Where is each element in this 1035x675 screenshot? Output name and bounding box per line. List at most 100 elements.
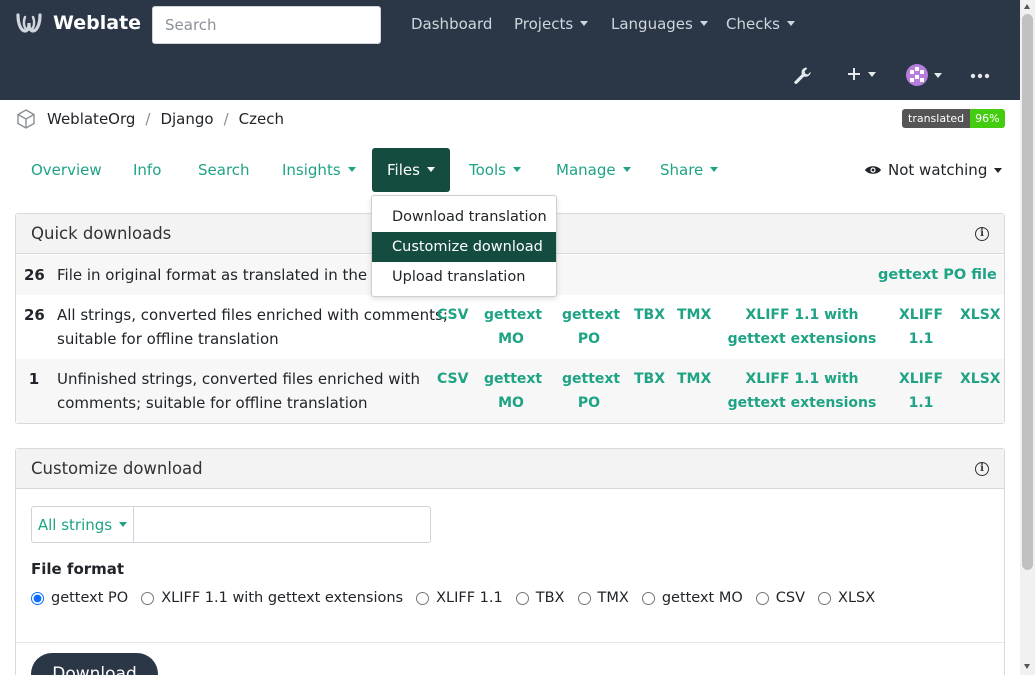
top-navbar: Weblate Dashboard Projects Languages Che…: [0, 0, 1020, 100]
quick-downloads-title: Quick downloads: [31, 224, 172, 243]
format-radio[interactable]: [141, 591, 155, 605]
format-link-gettext-po[interactable]: gettext PO: [562, 303, 620, 351]
wrench-icon[interactable]: [793, 66, 813, 86]
menu-item-customize-download[interactable]: Customize download: [372, 232, 556, 262]
tab-tools[interactable]: Tools: [469, 148, 521, 192]
format-option-gettext-po[interactable]: gettext PO: [31, 590, 128, 606]
breadcrumb: WeblateOrg / Django / Czech: [15, 108, 284, 130]
tab-manage[interactable]: Manage: [556, 148, 631, 192]
translation-status-badge[interactable]: translated 96%: [902, 109, 1005, 128]
row-description-line: Unfinished strings, converted files enri…: [57, 370, 421, 388]
avatar: [906, 64, 928, 86]
tab-insights[interactable]: Insights: [282, 148, 356, 192]
breadcrumb-separator: /: [223, 110, 229, 128]
info-icon[interactable]: i: [975, 461, 989, 476]
string-count: 26: [24, 306, 45, 324]
tab-share-label: Share: [660, 161, 704, 179]
row-description-line: All strings, converted files enriched wi…: [57, 306, 448, 324]
format-link-tmx[interactable]: TMX: [677, 303, 711, 327]
query-input[interactable]: [134, 507, 430, 542]
nav-languages-label: Languages: [611, 15, 693, 33]
format-link-xlsx[interactable]: XLSX: [960, 303, 1001, 327]
tab-tools-label: Tools: [469, 161, 506, 179]
weblate-logo[interactable]: Weblate: [15, 12, 141, 34]
download-button[interactable]: Download: [31, 653, 158, 675]
format-option-label: gettext PO: [51, 590, 129, 606]
files-dropdown-menu: Download translation Customize download …: [371, 195, 557, 297]
divider: [16, 642, 1004, 643]
row-description: All strings, converted files enriched wi…: [57, 303, 448, 351]
format-link-xliff-gettext[interactable]: XLIFF 1.1 with gettext extensions: [724, 303, 880, 351]
format-radio[interactable]: [818, 591, 832, 605]
customize-download-title: Customize download: [31, 459, 203, 478]
format-radio[interactable]: [31, 591, 44, 605]
add-menu-button[interactable]: [846, 66, 876, 82]
format-link-gettext-mo[interactable]: gettext MO: [484, 367, 542, 415]
string-count: 1: [28, 370, 40, 388]
table-row: 26 All strings, converted files enriched…: [16, 295, 1004, 359]
vertical-scrollbar[interactable]: [1020, 0, 1035, 675]
format-link-tbx[interactable]: TBX: [634, 303, 665, 327]
nav-dashboard[interactable]: Dashboard: [411, 15, 492, 33]
badge-label: translated: [902, 109, 971, 128]
scroll-down-arrow[interactable]: [1024, 664, 1030, 669]
tab-overview[interactable]: Overview: [31, 148, 102, 192]
search-input[interactable]: [152, 6, 381, 44]
tab-share[interactable]: Share: [660, 148, 718, 192]
format-link-gettext-po-file[interactable]: gettext PO file: [878, 263, 997, 287]
format-link-tbx[interactable]: TBX: [634, 367, 665, 391]
format-option-xliff-gettext[interactable]: XLIFF 1.1 with gettext extensions: [141, 590, 403, 606]
format-radio[interactable]: [577, 591, 591, 605]
more-options-icon[interactable]: [970, 73, 990, 79]
format-option-tmx[interactable]: TMX: [577, 590, 629, 606]
query-input-group: All strings: [31, 506, 431, 543]
breadcrumb-component[interactable]: Django: [160, 110, 213, 128]
format-option-label: TBX: [535, 590, 565, 606]
info-icon[interactable]: i: [975, 226, 989, 241]
row-description-line: suitable for offline translation: [57, 330, 279, 348]
format-option-label: gettext MO: [661, 590, 743, 606]
breadcrumb-language[interactable]: Czech: [239, 110, 284, 128]
menu-item-upload-translation[interactable]: Upload translation: [372, 262, 556, 292]
format-link-xlsx[interactable]: XLSX: [960, 367, 1001, 391]
format-link-xliff[interactable]: XLIFF 1.1: [899, 303, 943, 351]
breadcrumb-project[interactable]: WeblateOrg: [47, 110, 135, 128]
string-filter-dropdown[interactable]: All strings: [32, 507, 134, 542]
format-option-xliff[interactable]: XLIFF 1.1: [416, 590, 503, 606]
file-format-label: File format: [31, 560, 125, 578]
watch-toggle[interactable]: Not watching: [864, 148, 1002, 192]
format-link-gettext-po[interactable]: gettext PO: [562, 367, 620, 415]
menu-item-download-translation[interactable]: Download translation: [372, 202, 556, 232]
format-link-tmx[interactable]: TMX: [677, 367, 711, 391]
format-radio[interactable]: [515, 591, 529, 605]
row-description: Unfinished strings, converted files enri…: [57, 367, 420, 415]
scrollbar-thumb[interactable]: [1022, 14, 1033, 570]
tab-search[interactable]: Search: [198, 148, 250, 192]
format-link-xliff-gettext[interactable]: XLIFF 1.1 with gettext extensions: [724, 367, 880, 415]
nav-languages[interactable]: Languages: [611, 15, 708, 33]
format-link-csv[interactable]: CSV: [437, 367, 468, 391]
format-option-label: XLSX: [838, 590, 876, 606]
file-format-radio-group: gettext PO XLIFF 1.1 with gettext extens…: [31, 590, 888, 606]
breadcrumb-separator: /: [145, 110, 151, 128]
project-cube-icon: [17, 109, 35, 129]
format-radio[interactable]: [755, 591, 769, 605]
format-option-label: XLIFF 1.1 with gettext extensions: [161, 590, 404, 606]
user-menu-button[interactable]: [906, 64, 942, 86]
format-option-gettext-mo[interactable]: gettext MO: [641, 590, 743, 606]
tab-files[interactable]: Files: [372, 148, 450, 192]
nav-checks[interactable]: Checks: [726, 15, 795, 33]
format-radio[interactable]: [416, 591, 430, 605]
customize-download-panel: Customize download i All strings File fo…: [15, 448, 1005, 675]
tab-info[interactable]: Info: [133, 148, 161, 192]
format-link-gettext-mo[interactable]: gettext MO: [484, 303, 542, 351]
nav-projects[interactable]: Projects: [514, 15, 588, 33]
format-link-xliff[interactable]: XLIFF 1.1: [899, 367, 943, 415]
format-link-csv[interactable]: CSV: [437, 303, 468, 327]
format-option-tbx[interactable]: TBX: [515, 590, 565, 606]
format-radio[interactable]: [641, 591, 655, 605]
format-option-label: XLIFF 1.1: [436, 590, 503, 606]
scroll-up-arrow[interactable]: [1024, 4, 1030, 9]
format-option-csv[interactable]: CSV: [755, 590, 805, 606]
format-option-xlsx[interactable]: XLSX: [818, 590, 875, 606]
